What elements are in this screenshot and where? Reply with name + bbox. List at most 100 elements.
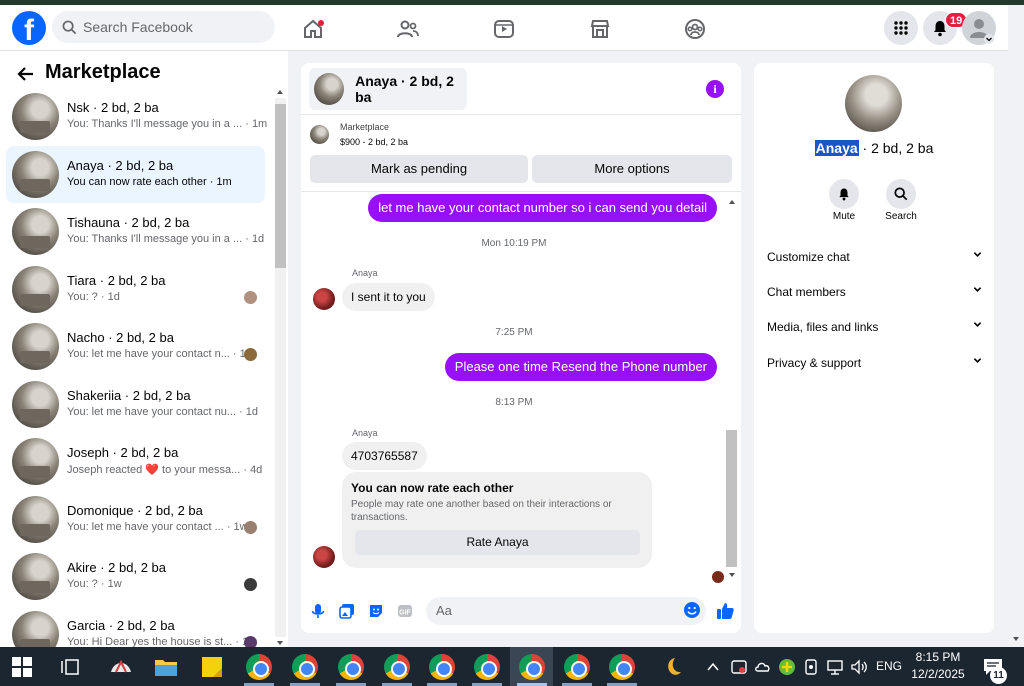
search-label: Search (885, 211, 917, 222)
scroll-up-arrow-icon[interactable] (728, 198, 736, 206)
conversation-item[interactable]: Akire · 2 bd, 2 ba You: ? · 1w (6, 548, 265, 605)
outgoing-message[interactable]: Please one time Resend the Phone number (444, 353, 717, 381)
chevron-up-icon[interactable] (706, 660, 720, 674)
chat-header-button[interactable]: Anaya · 2 bd, 2 ba (309, 68, 467, 110)
facebook-logo[interactable]: f (12, 11, 46, 45)
chrome-icon[interactable] (429, 654, 455, 680)
scroll-down-arrow-icon[interactable] (276, 639, 284, 647)
outgoing-message[interactable]: let me have your contact number so i can… (368, 194, 717, 222)
message-input[interactable]: Aa (426, 597, 706, 625)
chevron-down-icon (973, 287, 982, 292)
chat-members-item[interactable]: Chat members (767, 285, 982, 299)
contact-profile-avatar[interactable] (845, 75, 902, 132)
svg-text:GIF: GIF (399, 610, 411, 617)
conversation-item-active[interactable]: Anaya · 2 bd, 2 ba You can now rate each… (6, 146, 265, 203)
app-pinned-icon[interactable] (108, 654, 134, 680)
menu-button[interactable] (884, 11, 918, 45)
listing-thumbnail (12, 553, 59, 600)
scrollbar-thumb[interactable] (726, 430, 737, 567)
chevron-down-icon[interactable] (984, 34, 994, 44)
conversation-item[interactable]: Joseph · 2 bd, 2 ba Joseph reacted ❤️ to… (6, 433, 265, 490)
message-scrollbar[interactable] (726, 194, 738, 584)
microphone-icon[interactable] (309, 602, 327, 620)
chrome-icon[interactable] (519, 654, 545, 680)
sender-name: Anaya (352, 268, 378, 278)
scroll-down-arrow-icon[interactable] (1012, 635, 1020, 643)
rate-button[interactable]: Rate Anaya (355, 530, 640, 555)
sticker-icon[interactable] (367, 602, 385, 620)
conversation-name: Tiara · 2 bd, 2 ba (67, 273, 166, 288)
mark-as-pending-button[interactable]: Mark as pending (310, 155, 528, 183)
contact-avatar[interactable] (313, 546, 335, 568)
clock-time: 8:15 PM (915, 650, 961, 664)
night-mode-moon-icon[interactable] (658, 654, 684, 680)
chrome-icon[interactable] (292, 654, 318, 680)
onedrive-icon[interactable] (754, 658, 772, 676)
friends-icon[interactable] (396, 17, 420, 41)
search-input[interactable]: Search Facebook (52, 11, 275, 43)
listing-thumbnail (12, 151, 59, 198)
volume-icon[interactable] (850, 658, 868, 676)
mute-label: Mute (832, 211, 856, 222)
conversation-item[interactable]: Shakeriia · 2 bd, 2 ba You: let me have … (6, 376, 265, 433)
scroll-up-arrow-icon[interactable] (276, 88, 284, 96)
more-options-button[interactable]: More options (532, 155, 732, 183)
seen-avatar (244, 348, 257, 361)
emoji-icon[interactable] (683, 601, 701, 619)
mute-button[interactable] (829, 179, 859, 209)
chrome-icon[interactable] (609, 654, 635, 680)
menu-grid-icon (894, 21, 908, 35)
conversation-item[interactable]: Domonique · 2 bd, 2 ba You: let me have … (6, 491, 265, 548)
tray-device-icon[interactable] (802, 658, 820, 676)
incoming-message[interactable]: 4703765587 (342, 442, 427, 470)
conversation-snippet: You: let me have your contact n... · 1d (67, 348, 252, 360)
conversation-item[interactable]: Nsk · 2 bd, 2 ba You: Thanks I'll messag… (6, 88, 267, 145)
gif-icon[interactable]: GIF (396, 602, 414, 620)
chrome-icon[interactable] (474, 654, 500, 680)
conversation-item[interactable]: Garcia · 2 bd, 2 ba You: Hi Dear yes the… (6, 606, 265, 647)
thumbs-up-icon[interactable] (715, 601, 735, 621)
language-indicator[interactable]: ENG (876, 647, 902, 686)
conversation-name: Nacho · 2 bd, 2 ba (67, 330, 174, 345)
incoming-message[interactable]: I sent it to you (342, 283, 435, 311)
media-files-links-item[interactable]: Media, files and links (767, 320, 982, 334)
marketplace-icon[interactable] (588, 17, 612, 41)
customize-chat-item[interactable]: Customize chat (767, 250, 982, 264)
back-arrow-icon[interactable] (16, 64, 36, 84)
conversation-item[interactable]: Tiara · 2 bd, 2 ba You: ? · 1d (6, 261, 265, 318)
listing-thumbnail (12, 438, 59, 485)
listing-info[interactable]: Marketplace $900 - 2 bd, 2 ba (310, 122, 610, 150)
privacy-support-item[interactable]: Privacy & support (767, 356, 982, 370)
conversation-snippet: You: ? · 1d (67, 291, 120, 303)
tray-app-icon[interactable] (730, 658, 748, 676)
chrome-icon[interactable] (384, 654, 410, 680)
chrome-icon[interactable] (564, 654, 590, 680)
photo-icon[interactable] (338, 602, 356, 620)
read-receipt-avatar (712, 571, 724, 583)
conversation-name: Domonique · 2 bd, 2 ba (67, 503, 203, 518)
scrollbar-thumb[interactable] (275, 104, 286, 268)
video-icon[interactable] (492, 17, 516, 41)
groups-icon[interactable] (683, 17, 707, 41)
sticky-notes-icon[interactable] (199, 654, 225, 680)
scroll-down-arrow-icon[interactable] (728, 571, 736, 579)
conversation-snippet: You: let me have your contact nu... · 1d (67, 406, 259, 418)
conversation-list: Nsk · 2 bd, 2 ba You: Thanks I'll messag… (0, 88, 272, 647)
chrome-icon[interactable] (246, 654, 272, 680)
conversation-item[interactable]: Tishauna · 2 bd, 2 ba You: Thanks I'll m… (6, 203, 265, 260)
conversation-item[interactable]: Nacho · 2 bd, 2 ba You: let me have your… (6, 318, 265, 375)
page-scrollbar[interactable] (1008, 51, 1024, 647)
network-icon[interactable] (826, 658, 844, 676)
search-conversation-button[interactable] (886, 179, 916, 209)
windows-start-icon[interactable] (12, 657, 32, 677)
info-icon[interactable]: i (706, 80, 724, 98)
file-explorer-icon[interactable] (153, 654, 179, 680)
tray-plus-icon[interactable] (778, 658, 796, 676)
chrome-icon[interactable] (338, 654, 364, 680)
conversation-name: Anaya · 2 bd, 2 ba (67, 158, 174, 173)
chevron-down-icon (973, 252, 982, 257)
conversation-list-scrollbar[interactable] (273, 88, 287, 647)
task-view-icon[interactable] (60, 656, 82, 678)
system-clock[interactable]: 8:15 PM 12/2/2025 (903, 649, 973, 683)
contact-avatar[interactable] (313, 288, 335, 310)
